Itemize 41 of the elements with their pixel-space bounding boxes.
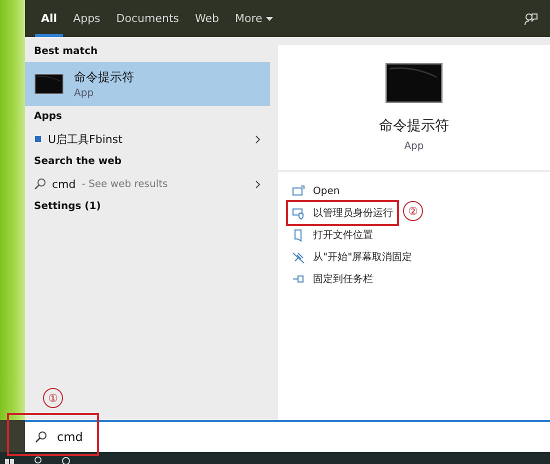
result-title: cmd <box>52 178 76 190</box>
tab[interactable]: Apps <box>67 0 106 37</box>
action-item[interactable]: 打开文件位置 <box>288 224 377 246</box>
result-item[interactable]: 命令提示符 App <box>25 62 270 106</box>
chevron-icon <box>255 134 261 144</box>
window-icon <box>292 184 305 198</box>
console-icon <box>385 63 443 103</box>
chevron-icon <box>255 180 261 188</box>
preview-subtitle: App <box>404 141 424 152</box>
result-title: U启工具Fbinst <box>48 132 122 146</box>
unpin-icon <box>292 250 305 264</box>
result-subtitle: App <box>74 88 95 99</box>
section-header: Settings (1) <box>33 200 102 214</box>
result-title: 命令提示符 <box>74 69 134 86</box>
action-item[interactable]: 从"开始"屏幕取消固定 <box>288 246 416 268</box>
result-item[interactable]: U启工具Fbinst <box>25 127 270 151</box>
shield-icon <box>292 206 305 220</box>
action-item[interactable]: 固定到任务栏 <box>288 268 377 290</box>
search-icon <box>35 431 47 443</box>
feedback-icon[interactable] <box>524 12 538 26</box>
action-item[interactable]: 以管理员身份运行 <box>288 202 397 224</box>
pin-icon <box>292 272 305 286</box>
result-hint: - See web results <box>82 178 168 190</box>
preview-title: 命令提示符 <box>379 117 449 135</box>
search-field[interactable]: cmd <box>55 429 259 445</box>
app-icon <box>34 135 42 143</box>
section-header: Best match <box>33 45 99 59</box>
tab[interactable]: More <box>229 0 280 37</box>
section-header: Apps <box>33 110 64 124</box>
step-marker: ① <box>43 388 63 408</box>
result-item[interactable]: cmd - See web results <box>25 172 270 196</box>
action-item[interactable]: Open <box>288 180 344 202</box>
search-icon <box>34 178 46 190</box>
windows-icon[interactable] <box>5 458 15 464</box>
search-icon[interactable] <box>33 456 43 464</box>
step-marker: ② <box>403 201 423 221</box>
tab[interactable]: Web <box>189 0 225 37</box>
tab[interactable]: All <box>35 0 64 37</box>
console-icon <box>34 74 64 94</box>
section-header: Search the web <box>33 155 123 169</box>
tab[interactable]: Documents <box>110 0 186 37</box>
